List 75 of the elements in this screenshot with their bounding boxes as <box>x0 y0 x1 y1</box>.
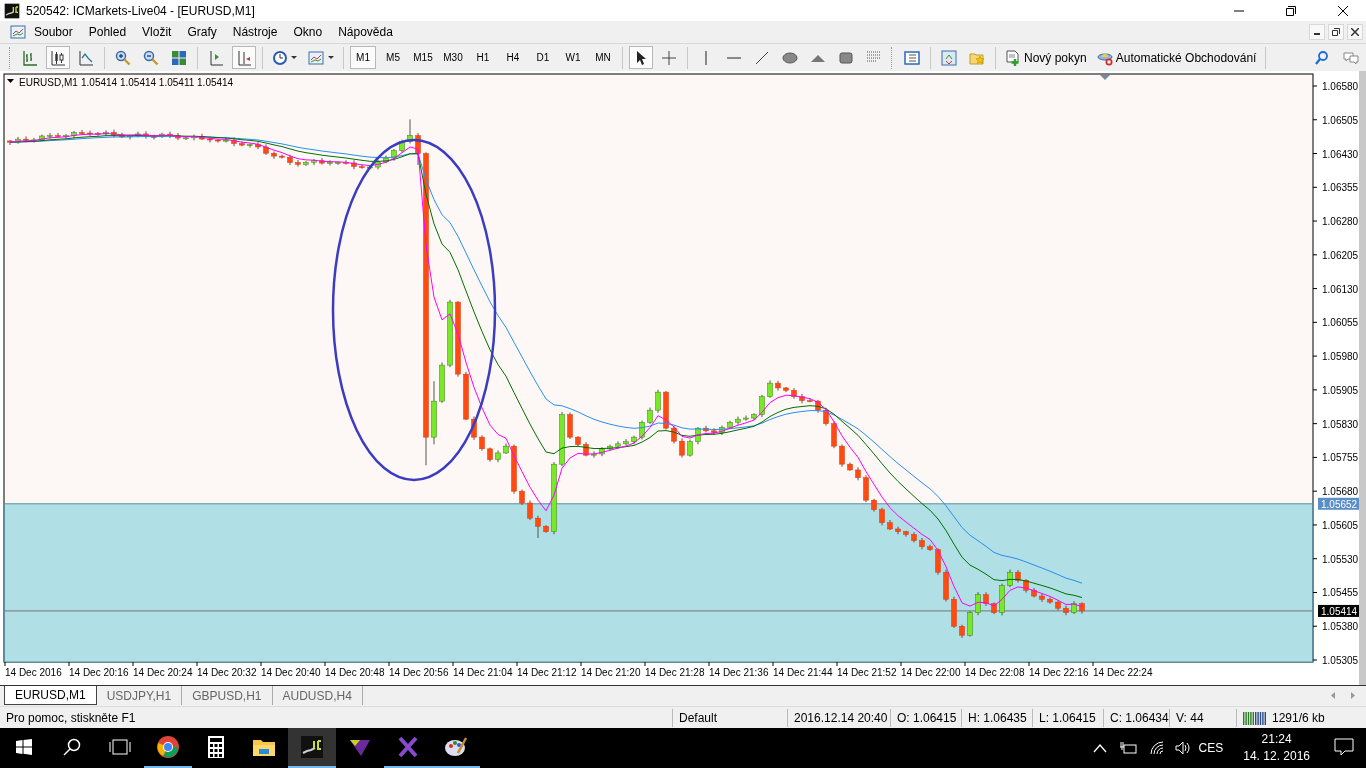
x-axis-label: 14 Dec 22:24 <box>1093 667 1153 678</box>
y-axis-label: 1.05605 <box>1322 519 1359 531</box>
y-axis-label: 1.05755 <box>1322 452 1359 464</box>
profile-name: Default <box>679 709 718 727</box>
y-axis-label: 1.05980 <box>1322 351 1359 363</box>
bar-time: 2016.12.14 20:40 <box>794 709 888 727</box>
chart-symbol: EURUSD,M1 <box>19 77 78 88</box>
x-axis-label: 14 Dec 22:16 <box>1029 667 1089 678</box>
timeframe-button[interactable]: M5 <box>380 46 406 69</box>
menu-item[interactable]: Nápověda <box>330 21 401 43</box>
x-axis-label: 14 Dec 20:16 <box>69 667 129 678</box>
menu-item[interactable]: Okno <box>285 21 331 43</box>
x-axis-label: 14 Dec 22:00 <box>901 667 961 678</box>
open-price: O: 1.06415 <box>897 709 957 727</box>
language-indicator[interactable]: CES <box>1190 741 1232 755</box>
low-price: L: 1.06415 <box>1039 709 1096 727</box>
timeframe-button[interactable]: M30 <box>440 46 466 69</box>
timeframe-button[interactable]: MN <box>590 46 616 69</box>
x-axis-label: 14 Dec 21:44 <box>773 667 833 678</box>
x-axis-label: 14 Dec 20:32 <box>197 667 257 678</box>
zone-price-label: 1.05652 <box>1318 497 1359 510</box>
x-axis-label: 14 Dec 20:24 <box>133 667 193 678</box>
x-axis-label: 14 Dec 20:56 <box>389 667 449 678</box>
x-axis-label: 14 Dec 21:52 <box>837 667 897 678</box>
timeframe-button[interactable]: M15 <box>410 46 436 69</box>
chart-ohlc: 1.05414 1.05414 1.05411 1.05414 <box>81 77 234 88</box>
auto-trading-button[interactable]: Automatické Obchodování <box>1093 46 1260 69</box>
timeframe-button[interactable]: H4 <box>500 46 526 69</box>
y-axis-label: 1.06580 <box>1322 81 1359 92</box>
high-price: H: 1.06435 <box>968 709 1027 727</box>
y-axis-label: 1.05530 <box>1322 553 1359 565</box>
y-axis-label: 1.05680 <box>1322 486 1359 498</box>
y-axis-label: 1.06130 <box>1322 283 1359 295</box>
x-axis-label: 14 Dec 21:12 <box>517 667 577 678</box>
x-axis-label: 14 Dec 21:28 <box>645 667 705 678</box>
traffic-text: 1291/6 kb <box>1272 709 1325 727</box>
menu-item[interactable]: Grafy <box>179 21 225 43</box>
y-axis-label: 1.06055 <box>1322 317 1359 329</box>
y-axis-label: 1.06505 <box>1322 114 1359 126</box>
window-title: 520542: ICMarkets-Live04 - [EURUSD,M1] <box>26 3 256 18</box>
y-axis-label: 1.05380 <box>1322 621 1359 633</box>
menu-item[interactable]: Vložit <box>134 21 180 43</box>
y-axis-label: 1.06280 <box>1322 216 1359 228</box>
y-axis-label: 1.06205 <box>1322 249 1359 261</box>
x-axis-label: 14 Dec 21:36 <box>709 667 769 678</box>
timeframe-button[interactable]: W1 <box>560 46 586 69</box>
clock-date[interactable]: 14. 12. 2016 <box>1243 748 1310 765</box>
help-text: Pro pomoc, stiskněte F1 <box>6 709 136 727</box>
x-axis-label: 14 Dec 2016 <box>5 667 62 678</box>
y-axis-label: 1.06355 <box>1322 182 1359 194</box>
y-axis-label: 1.06430 <box>1322 148 1359 160</box>
menu-item[interactable]: Soubor <box>26 21 81 43</box>
chart-tab[interactable]: AUDUSD,H4 <box>272 686 363 705</box>
current-price-label: 1.05414 <box>1318 604 1359 617</box>
menu-item[interactable]: Nástroje <box>224 21 286 43</box>
chart-tab[interactable]: GBPUSD,H1 <box>182 686 273 705</box>
x-axis-label: 14 Dec 20:40 <box>261 667 321 678</box>
timeframe-button[interactable]: D1 <box>530 46 556 69</box>
x-axis-label: 14 Dec 21:20 <box>581 667 641 678</box>
timeframe-button[interactable]: M1 <box>350 46 376 69</box>
menu-item[interactable]: Pohled <box>80 21 135 43</box>
x-axis-label: 14 Dec 20:48 <box>325 667 385 678</box>
clock-time[interactable]: 21:24 <box>1261 731 1292 748</box>
volume: V: 44 <box>1176 709 1204 727</box>
chart-tab[interactable]: EURUSD,M1 <box>4 686 97 705</box>
y-axis-label: 1.05830 <box>1322 418 1359 430</box>
close-price: C: 1.06434 <box>1110 709 1169 727</box>
chart-tab[interactable]: USDJPY,H1 <box>96 686 183 705</box>
new-order-button[interactable]: Nový pokyn <box>1002 46 1090 69</box>
y-axis-label: 1.05905 <box>1322 384 1359 396</box>
y-axis-label: 1.05305 <box>1322 655 1359 666</box>
timeframe-button[interactable]: H1 <box>470 46 496 69</box>
x-axis-label: 14 Dec 21:04 <box>453 667 513 678</box>
y-axis-label: 1.05455 <box>1322 587 1359 599</box>
x-axis-label: 14 Dec 22:08 <box>965 667 1025 678</box>
